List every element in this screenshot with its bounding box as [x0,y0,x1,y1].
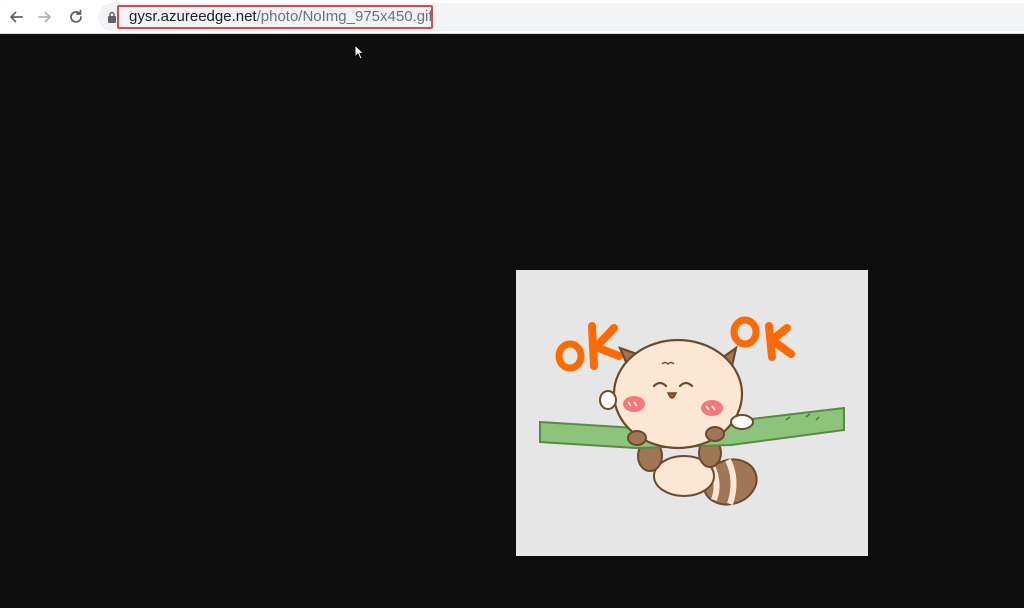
back-button[interactable] [3,4,29,30]
reload-button[interactable] [63,4,89,30]
sticker-image [516,270,868,556]
arrow-left-icon [10,11,23,23]
raccoon-cat-ok-illustration [539,316,845,506]
address-bar[interactable]: gysr.azureedge.net/photo/NoImg_975x450.g… [98,3,1024,31]
mouse-cursor-icon [354,44,364,60]
lock-icon [108,11,116,23]
ok-text-left [555,322,623,372]
url-text[interactable]: gysr.azureedge.net/photo/NoImg_975x450.g… [129,8,433,26]
reload-icon [70,9,82,23]
forward-button[interactable] [32,4,58,30]
browser-toolbar: gysr.azureedge.net/photo/NoImg_975x450.g… [0,0,1024,34]
url-path: /photo/NoImg_975x450.gif [256,8,433,25]
ok-text-right [730,316,795,361]
arrow-right-icon [38,11,51,23]
url-host: gysr.azureedge.net [129,8,257,25]
